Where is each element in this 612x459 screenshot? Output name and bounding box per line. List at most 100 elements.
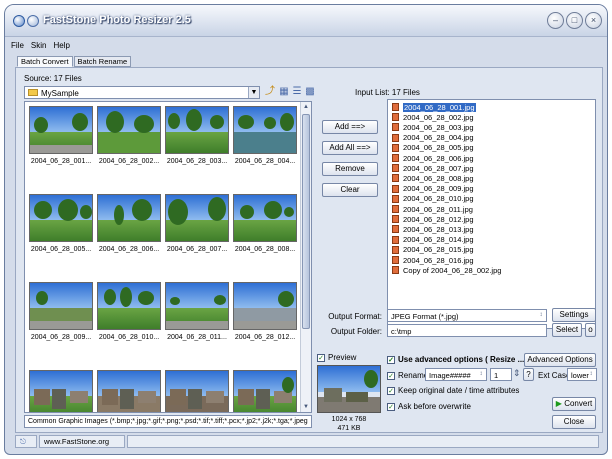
image-file-icon xyxy=(392,245,399,254)
advanced-options-checkbox[interactable]: ✓ xyxy=(387,355,395,364)
thumbnail-item[interactable]: 2004_06_28_002... xyxy=(95,104,163,188)
title-bar[interactable]: FastStone Photo Resizer 2.5 – □ × xyxy=(5,5,607,37)
tab-batch-convert[interactable]: Batch Convert xyxy=(17,56,73,67)
list-item[interactable]: Copy of 2004_06_28_002.jpg xyxy=(392,265,501,275)
thumbnail-browser[interactable]: ▲ ▼ 2004_06_28_001... 2004_06_28_002... 20… xyxy=(24,101,312,413)
output-format-select[interactable]: JPEG Format (*.jpg) ↕ xyxy=(387,309,547,322)
input-file-list[interactable]: 2004_06_28_001.jpg 2004_06_28_002.jpg 2004… xyxy=(387,99,596,329)
preview-checkbox[interactable]: ✓ xyxy=(317,353,325,362)
thumbnail-item[interactable]: 2004_06_28_011... xyxy=(163,280,231,364)
close-icon[interactable]: × xyxy=(585,12,602,29)
thumbnail-item[interactable]: 2004_06_28_006... xyxy=(95,192,163,276)
batch-convert-panel: Source: 17 Files MySample ▼ ⤴ ▦ ☰ ▩ ▲ ▼ … xyxy=(15,67,603,433)
chevron-updown-icon[interactable]: ↕ xyxy=(476,369,486,380)
ask-overwrite-checkbox[interactable]: ✓ xyxy=(387,402,395,411)
ask-overwrite-label: Ask before overwrite xyxy=(398,402,471,411)
list-item[interactable]: 2004_06_28_007.jpg xyxy=(392,163,474,173)
chevron-down-icon[interactable]: ▼ xyxy=(248,87,259,98)
list-item[interactable]: 2004_06_28_006.jpg xyxy=(392,153,474,163)
menu-file[interactable]: File xyxy=(11,41,24,53)
select-folder-button[interactable]: Select xyxy=(552,323,582,337)
thumbnail-scrollbar[interactable]: ▲ ▼ xyxy=(300,102,311,412)
detail-view-icon[interactable]: ▩ xyxy=(304,86,316,98)
list-item[interactable]: 2004_06_28_015.jpg xyxy=(392,245,474,255)
rename-pattern-field[interactable]: Image##### ↕ xyxy=(425,368,487,381)
file-type-filter-select[interactable]: Common Graphic Images (*.bmp;*.jpg;*.gif… xyxy=(24,415,312,428)
close-button[interactable]: Close xyxy=(552,415,596,429)
tab-batch-rename[interactable]: Batch Rename xyxy=(73,56,132,67)
preview-toggle[interactable]: ✓ Preview xyxy=(317,353,356,362)
convert-button[interactable]: ▶ Convert xyxy=(552,397,596,411)
rename-pattern-value: Image##### xyxy=(429,371,471,380)
ask-overwrite-toggle[interactable]: ✓ Ask before overwrite xyxy=(387,402,471,411)
source-folder-select[interactable]: MySample ▼ xyxy=(24,86,260,99)
add-all-button[interactable]: Add All ==> xyxy=(322,141,378,155)
thumbnail-item[interactable]: 2004_06_28_004... xyxy=(231,104,299,188)
preview-file-size: 471 KB xyxy=(337,425,361,432)
minimize-icon[interactable]: – xyxy=(547,12,564,29)
list-item-label: 2004_06_28_004.jpg xyxy=(403,133,474,143)
thumbnail-item[interactable]: 2004_06_28_003... xyxy=(163,104,231,188)
list-item-label: 2004_06_28_001.jpg xyxy=(403,102,476,112)
list-item[interactable]: 2004_06_28_001.jpg xyxy=(392,102,476,112)
thumbnail-item[interactable]: 2004_06_28_014... xyxy=(95,368,163,412)
list-item[interactable]: 2004_06_28_010.jpg xyxy=(392,194,474,204)
list-item-label: 2004_06_28_011.jpg xyxy=(403,204,473,214)
clear-button[interactable]: Clear xyxy=(322,183,378,197)
list-item[interactable]: 2004_06_28_004.jpg xyxy=(392,133,474,143)
list-item[interactable]: 2004_06_28_008.jpg xyxy=(392,173,474,183)
list-item[interactable]: 2004_06_28_012.jpg xyxy=(392,214,474,224)
rename-checkbox[interactable]: ✓ xyxy=(387,371,395,380)
thumbnail-view-icon[interactable]: ▦ xyxy=(278,86,290,98)
rename-start-number[interactable]: 1 xyxy=(490,368,512,381)
chevron-updown-icon[interactable]: ↕ xyxy=(586,369,596,380)
scroll-down-icon[interactable]: ▼ xyxy=(301,402,311,412)
chevron-updown-icon[interactable]: ↕ xyxy=(536,310,546,321)
maximize-icon[interactable]: □ xyxy=(566,12,583,29)
remove-button[interactable]: Remove xyxy=(322,162,378,176)
menu-help[interactable]: Help xyxy=(53,41,69,53)
list-item[interactable]: 2004_06_28_014.jpg xyxy=(392,235,474,245)
list-item-label: 2004_06_28_008.jpg xyxy=(403,173,474,183)
thumbnail-item[interactable]: 2004_06_28_015... xyxy=(163,368,231,412)
list-item[interactable]: 2004_06_28_009.jpg xyxy=(392,184,474,194)
thumbnail-item[interactable]: 2004_06_28_009... xyxy=(27,280,95,364)
thumbnail-item[interactable]: 2004_06_28_005... xyxy=(27,192,95,276)
list-item[interactable]: 2004_06_28_003.jpg xyxy=(392,122,474,132)
thumbnail-item[interactable]: 2004_06_28_012... xyxy=(231,280,299,364)
list-view-icon[interactable]: ☰ xyxy=(291,86,303,98)
scroll-up-icon[interactable]: ▲ xyxy=(301,102,311,112)
add-button[interactable]: Add ==> xyxy=(322,120,378,134)
thumbnail-image xyxy=(97,282,161,330)
list-item[interactable]: 2004_06_28_013.jpg xyxy=(392,224,474,234)
rename-toggle[interactable]: ✓ Rename xyxy=(387,371,428,380)
keep-date-toggle[interactable]: ✓ Keep original date / time attributes xyxy=(387,386,519,395)
list-item[interactable]: 2004_06_28_011.jpg xyxy=(392,204,473,214)
advanced-options-button[interactable]: Advanced Options xyxy=(524,353,596,367)
status-bar: ⎋ www.FastStone.org xyxy=(15,435,603,450)
list-item[interactable]: 2004_06_28_002.jpg xyxy=(392,112,474,122)
advanced-options-toggle[interactable]: ✓ Use advanced options ( Resize ... ) xyxy=(387,355,529,364)
keep-date-checkbox[interactable]: ✓ xyxy=(387,386,395,395)
thumbnail-item[interactable]: 2004_06_28_013... xyxy=(27,368,95,412)
folder-up-icon[interactable]: ⤴ xyxy=(264,86,276,98)
open-folder-button[interactable]: o xyxy=(585,323,596,337)
list-item[interactable]: 2004_06_28_005.jpg xyxy=(392,143,474,153)
rename-help-button[interactable]: ? xyxy=(523,368,534,381)
website-link[interactable]: www.FastStone.org xyxy=(39,435,125,448)
settings-button[interactable]: Settings xyxy=(552,308,596,322)
output-folder-field[interactable]: c:\tmp xyxy=(387,324,547,337)
thumbnail-item[interactable]: 2004_06_28_001... xyxy=(27,104,95,188)
scrollbar-thumb[interactable] xyxy=(302,114,310,329)
app-logo-icon xyxy=(13,15,25,27)
spin-updown-icon[interactable]: ⇕ xyxy=(513,368,521,379)
thumbnail-item[interactable]: 2004_06_28_016... xyxy=(231,368,299,412)
thumbnail-item[interactable]: 2004_06_28_008... xyxy=(231,192,299,276)
thumbnail-item[interactable]: 2004_06_28_007... xyxy=(163,192,231,276)
list-item[interactable]: 2004_06_28_016.jpg xyxy=(392,255,474,265)
preview-label: Preview xyxy=(328,353,357,362)
ext-case-select[interactable]: lower ↕ xyxy=(567,368,597,381)
status-message xyxy=(127,435,599,448)
thumbnail-item[interactable]: 2004_06_28_010... xyxy=(95,280,163,364)
menu-skin[interactable]: Skin xyxy=(31,41,47,53)
